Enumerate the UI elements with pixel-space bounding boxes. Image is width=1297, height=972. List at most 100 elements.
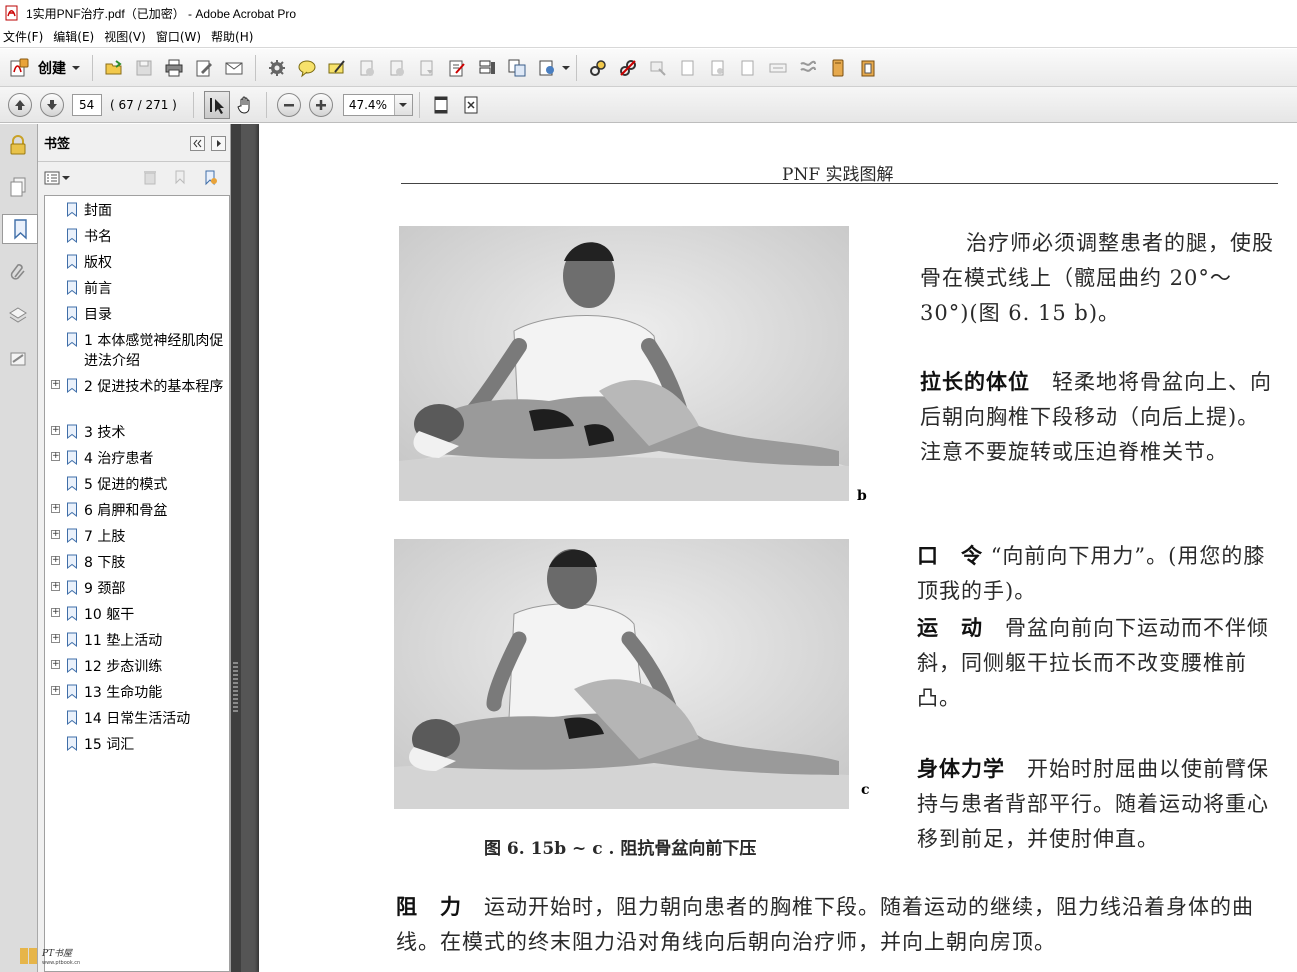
book-button[interactable] — [823, 54, 853, 82]
page-tool-a-button[interactable] — [673, 54, 703, 82]
bookmark-item[interactable]: +10 躯干 — [45, 604, 229, 630]
expand-toggle-icon[interactable]: + — [51, 660, 60, 669]
bookmark-item[interactable]: +3 技术 — [45, 422, 229, 448]
bookmark-item[interactable]: 书名 — [45, 226, 229, 252]
previous-page-button[interactable] — [8, 92, 32, 117]
document-view[interactable]: PNF 实践图解 b c 图 6. 15b ~ c . 阻抗骨盆向前下压 治疗师… — [241, 124, 1297, 972]
bookmark-item[interactable]: +13 生命功能 — [45, 682, 229, 708]
panel-options-button[interactable] — [211, 136, 226, 151]
menu-window[interactable]: 窗口(W) — [153, 28, 208, 45]
menu-file[interactable]: 文件(F) — [0, 28, 50, 45]
expand-toggle-icon[interactable]: + — [51, 556, 60, 565]
signatures-panel-button[interactable] — [3, 344, 33, 374]
lock-icon — [10, 135, 26, 155]
extract-pages-button[interactable] — [412, 54, 442, 82]
menu-help[interactable]: 帮助(H) — [208, 28, 260, 45]
expand-toggle-icon[interactable]: + — [51, 686, 60, 695]
bookmark-item[interactable]: +6 肩胛和骨盆 — [45, 500, 229, 526]
expand-toggle-icon[interactable]: + — [51, 634, 60, 643]
zoom-out-button[interactable] — [276, 92, 301, 117]
expand-toggle-icon[interactable]: + — [51, 608, 60, 617]
review-button[interactable] — [643, 54, 673, 82]
bookmark-item[interactable]: 版权 — [45, 252, 229, 278]
page-thumbnails-button[interactable] — [3, 172, 33, 202]
comment-button[interactable] — [292, 54, 322, 82]
edit-pdf-button[interactable] — [189, 54, 219, 82]
form-button[interactable] — [472, 54, 502, 82]
splitter-grip[interactable] — [233, 662, 238, 712]
insert-pages-button[interactable] — [382, 54, 412, 82]
security-panel-button[interactable] — [3, 130, 33, 160]
print-button[interactable] — [159, 54, 189, 82]
next-page-button[interactable] — [40, 92, 64, 117]
highlight-button[interactable] — [322, 54, 352, 82]
collapse-panel-button[interactable] — [190, 136, 205, 151]
form-fields-icon — [479, 60, 495, 74]
bookmark-item[interactable]: +8 下肢 — [45, 552, 229, 578]
bookmark-add-icon — [175, 170, 185, 185]
menu-view[interactable]: 视图(V) — [101, 28, 153, 45]
header-footer-button[interactable] — [763, 54, 793, 82]
delete-bookmark-button[interactable] — [142, 169, 158, 188]
watermark-button[interactable] — [793, 54, 823, 82]
settings-button[interactable] — [262, 54, 292, 82]
open-button[interactable] — [99, 54, 129, 82]
combine-button[interactable] — [502, 54, 532, 82]
bookmark-item[interactable]: 1 本体感觉神经肌肉促进法介绍 — [45, 330, 229, 376]
comment-bubble-icon — [298, 60, 316, 77]
page-tool-c-button[interactable] — [733, 54, 763, 82]
attachments-panel-button[interactable] — [3, 258, 33, 288]
bookmark-item[interactable]: +12 步态训练 — [45, 656, 229, 682]
new-bookmark-button[interactable] — [172, 169, 188, 188]
menu-edit[interactable]: 编辑(E) — [50, 28, 101, 45]
bookmark-label: 目录 — [84, 307, 112, 323]
bookmark-item[interactable]: 15 词汇 — [45, 734, 229, 760]
bookmark-icon — [66, 254, 78, 270]
save-button[interactable] — [129, 54, 159, 82]
expand-toggle-icon[interactable]: + — [51, 426, 60, 435]
chevron-down-icon[interactable] — [562, 65, 570, 70]
layers-panel-button[interactable] — [3, 300, 33, 330]
bookmark-item[interactable]: +4 治疗患者 — [45, 448, 229, 474]
hand-tool-button[interactable] — [230, 91, 260, 119]
expand-toggle-icon[interactable]: + — [51, 530, 60, 539]
bookmark-item[interactable]: +2 促进技术的基本程序 — [45, 376, 229, 422]
bookmark-options-button[interactable] — [44, 171, 70, 185]
bookmark-item[interactable]: +7 上肢 — [45, 526, 229, 552]
fit-page-button[interactable] — [426, 91, 456, 119]
expand-toggle-icon[interactable]: + — [51, 582, 60, 591]
bookmark-item[interactable]: 封面 — [45, 200, 229, 226]
page-number-input[interactable]: 54 — [72, 93, 102, 116]
fill-sign-button[interactable] — [442, 54, 472, 82]
create-button[interactable]: 创建 — [6, 54, 86, 82]
full-screen-button[interactable] — [456, 91, 486, 119]
clipboard-button[interactable] — [853, 54, 883, 82]
bookmark-item[interactable]: 5 促进的模式 — [45, 474, 229, 500]
select-tool-button[interactable] — [203, 90, 230, 119]
bookmark-search-icon — [205, 170, 217, 186]
header-rule — [401, 183, 1278, 184]
bookmark-item[interactable]: +11 垫上活动 — [45, 630, 229, 656]
bookmark-item[interactable]: +9 颈部 — [45, 578, 229, 604]
page-tool-b-button[interactable] — [703, 54, 733, 82]
zoom-in-button[interactable] — [308, 92, 333, 117]
secure-button[interactable] — [583, 54, 613, 82]
bookmark-label: 14 日常生活活动 — [84, 711, 191, 727]
delete-pages-button[interactable] — [352, 54, 382, 82]
bookmarks-panel-button[interactable] — [2, 214, 38, 244]
bookmark-label: 11 垫上活动 — [84, 633, 163, 649]
expand-toggle-icon[interactable]: + — [51, 380, 60, 389]
export-button[interactable] — [532, 54, 562, 82]
panel-splitter[interactable] — [231, 124, 241, 972]
expand-toggle-icon[interactable]: + — [51, 452, 60, 461]
expand-toggle-icon[interactable]: + — [51, 504, 60, 513]
find-bookmark-button[interactable] — [202, 169, 220, 190]
remove-link-button[interactable] — [613, 54, 643, 82]
zoom-dropdown[interactable] — [393, 94, 412, 115]
bookmark-item[interactable]: 14 日常生活活动 — [45, 708, 229, 734]
email-button[interactable] — [219, 54, 249, 82]
bookmark-item[interactable]: 目录 — [45, 304, 229, 330]
minus-icon — [283, 103, 294, 106]
zoom-select[interactable]: 47.4% — [342, 93, 413, 116]
bookmark-item[interactable]: 前言 — [45, 278, 229, 304]
